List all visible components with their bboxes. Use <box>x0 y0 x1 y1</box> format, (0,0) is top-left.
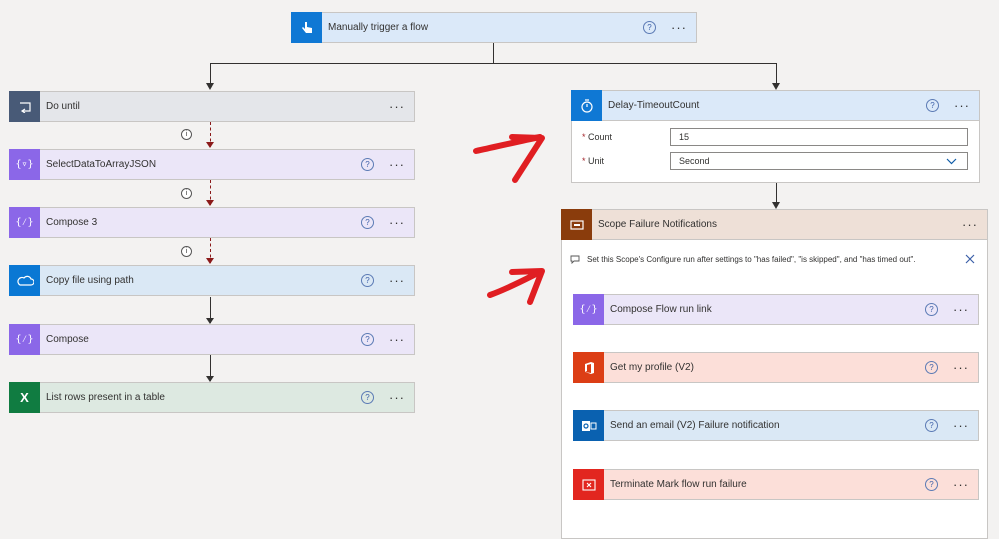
info-icon[interactable]: i <box>181 246 192 257</box>
required-marker: * <box>582 132 586 142</box>
step-list-rows[interactable]: X List rows present in a table ? ··· <box>9 382 415 413</box>
compose-icon: {⁄} <box>9 207 40 238</box>
step-select-data[interactable]: {▿} SelectDataToArrayJSON ? ··· <box>9 149 415 180</box>
scope-icon <box>561 209 592 240</box>
count-input[interactable]: 15 <box>670 128 968 146</box>
unit-label-group: * Unit <box>582 156 604 166</box>
close-icon[interactable] <box>965 254 975 264</box>
help-icon[interactable]: ? <box>925 303 938 316</box>
comment-icon <box>570 255 580 264</box>
delay-card: Delay-TimeoutCount ? ··· * Count 15 * Un… <box>571 90 980 183</box>
more-options-button[interactable]: ··· <box>388 391 406 404</box>
info-icon[interactable]: i <box>181 188 192 199</box>
help-icon[interactable]: ? <box>925 419 938 432</box>
more-options-button[interactable]: ··· <box>388 100 406 113</box>
step-compose[interactable]: {⁄} Compose ? ··· <box>9 324 415 355</box>
scope-header[interactable]: Scope Failure Notifications ··· <box>561 209 988 240</box>
delay-header[interactable]: Delay-TimeoutCount ? ··· <box>571 90 980 121</box>
step-copy-file[interactable]: Copy file using path ? ··· <box>9 265 415 296</box>
step-title: Compose 3 <box>46 217 98 228</box>
step-title: SelectDataToArrayJSON <box>46 159 157 170</box>
step-do-until[interactable]: Do until ··· <box>9 91 415 122</box>
more-options-button[interactable]: ··· <box>388 274 406 287</box>
more-options-button[interactable]: ··· <box>388 158 406 171</box>
more-options-button[interactable]: ··· <box>388 216 406 229</box>
unit-value: Second <box>679 156 710 166</box>
more-options-button[interactable]: ··· <box>952 303 970 316</box>
step-title: List rows present in a table <box>46 392 165 403</box>
unit-label: Unit <box>588 156 605 166</box>
more-options-button[interactable]: ··· <box>388 333 406 346</box>
more-options-button[interactable]: ··· <box>952 419 970 432</box>
touch-icon <box>291 12 322 43</box>
count-label-group: * Count <box>582 132 612 142</box>
step-title: Copy file using path <box>46 275 134 286</box>
terminate-icon <box>573 469 604 500</box>
step-compose-flow-run-link[interactable]: {⁄} Compose Flow run link ? ··· <box>573 294 979 325</box>
compose-icon: {⁄} <box>573 294 604 325</box>
step-terminate[interactable]: Terminate Mark flow run failure ? ··· <box>573 469 979 500</box>
trigger-card[interactable]: Manually trigger a flow ? ··· <box>291 12 697 43</box>
more-options-button[interactable]: ··· <box>952 478 970 491</box>
help-icon[interactable]: ? <box>926 99 939 112</box>
chevron-down-icon <box>946 158 957 165</box>
help-icon[interactable]: ? <box>643 21 656 34</box>
step-compose-3[interactable]: {⁄} Compose 3 ? ··· <box>9 207 415 238</box>
scope-notice: Set this Scope's Configure run after set… <box>570 255 916 264</box>
step-title: Do until <box>46 101 80 112</box>
step-title: Get my profile (V2) <box>610 362 694 373</box>
help-icon[interactable]: ? <box>361 216 374 229</box>
help-icon[interactable]: ? <box>361 391 374 404</box>
more-options-button[interactable]: ··· <box>961 218 979 231</box>
clock-icon <box>571 90 602 121</box>
help-icon[interactable]: ? <box>925 478 938 491</box>
outlook-icon <box>573 410 604 441</box>
office365-icon <box>573 352 604 383</box>
unit-select[interactable]: Second <box>670 152 968 170</box>
excel-icon: X <box>9 382 40 413</box>
more-options-button[interactable]: ··· <box>670 21 688 34</box>
help-icon[interactable]: ? <box>361 333 374 346</box>
step-title: Send an email (V2) Failure notification <box>610 420 780 431</box>
required-marker: * <box>582 156 586 166</box>
trigger-title: Manually trigger a flow <box>328 22 429 33</box>
step-title: Compose <box>46 334 89 345</box>
compose-icon: {⁄} <box>9 324 40 355</box>
onedrive-icon <box>9 265 40 296</box>
count-label: Count <box>588 132 613 142</box>
scope-title: Scope Failure Notifications <box>598 219 717 230</box>
loop-icon <box>9 91 40 122</box>
more-options-button[interactable]: ··· <box>953 99 971 112</box>
step-title: Compose Flow run link <box>610 304 712 315</box>
annotation-arrow <box>473 134 545 183</box>
info-icon[interactable]: i <box>181 129 192 140</box>
help-icon[interactable]: ? <box>361 274 374 287</box>
data-operation-icon: {▿} <box>9 149 40 180</box>
delay-title: Delay-TimeoutCount <box>608 100 700 111</box>
help-icon[interactable]: ? <box>361 158 374 171</box>
more-options-button[interactable]: ··· <box>952 361 970 374</box>
notice-text: Set this Scope's Configure run after set… <box>587 255 916 264</box>
help-icon[interactable]: ? <box>925 361 938 374</box>
step-send-email[interactable]: Send an email (V2) Failure notification … <box>573 410 979 441</box>
step-title: Terminate Mark flow run failure <box>610 479 747 490</box>
annotation-arrow <box>487 268 545 305</box>
step-get-my-profile[interactable]: Get my profile (V2) ? ··· <box>573 352 979 383</box>
